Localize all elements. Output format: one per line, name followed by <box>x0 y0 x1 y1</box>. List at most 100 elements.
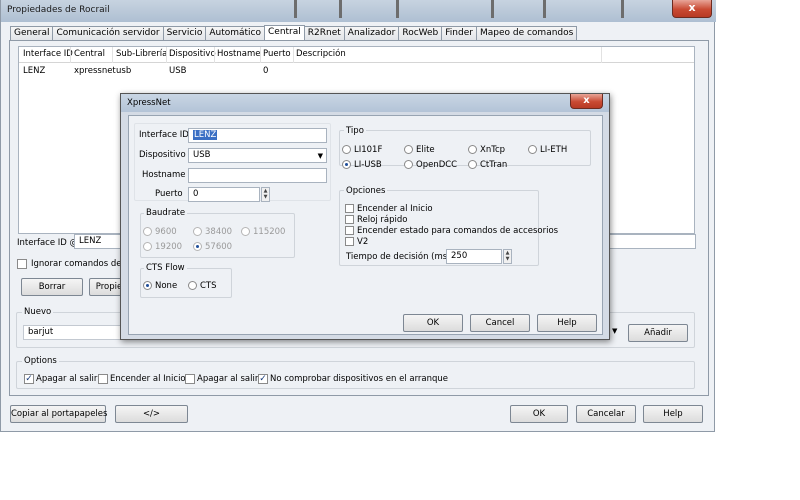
dialog-cancel-button[interactable]: Cancel <box>470 314 530 332</box>
column-header-dispositivo[interactable]: Dispositivo <box>169 49 216 59</box>
column-header-interface-id[interactable]: Interface ID <box>23 49 73 59</box>
type-opendcc-radio[interactable] <box>404 160 413 169</box>
type-xntcp-label: XnTcp <box>480 145 506 155</box>
opt-v2-checkbox[interactable] <box>345 237 354 246</box>
tab-finder[interactable]: Finder <box>441 26 477 41</box>
help-button[interactable]: Help <box>643 405 703 423</box>
opt-reloj-rapido-checkbox[interactable] <box>345 215 354 224</box>
cancel-button[interactable]: Cancelar <box>576 405 636 423</box>
encender-al-inicio-checkbox[interactable] <box>98 374 108 384</box>
apagar-al-salir-2-checkbox[interactable] <box>185 374 195 384</box>
options-group-title: Options <box>22 356 59 366</box>
dialog-body: Interface ID LENZ Dispositivo USB ▼ Hostn… <box>128 115 603 335</box>
code-button[interactable]: </> <box>115 405 188 423</box>
spin-down-icon: ▼ <box>505 256 510 262</box>
encender-al-inicio-label: Encender al Inicio <box>110 374 186 384</box>
tipo-title: Tipo <box>344 126 366 136</box>
interface-id-label: Interface ID <box>139 130 189 140</box>
cts-none-radio[interactable] <box>143 281 152 290</box>
window-titlebar[interactable]: Propiedades de Rocrail x <box>1 0 716 22</box>
dialog-title: XpressNet <box>127 98 171 108</box>
tab-r2rnet[interactable]: R2Rnet <box>303 26 345 41</box>
type-elite-label: Elite <box>416 145 435 155</box>
column-header-puerto[interactable]: Puerto <box>263 49 291 59</box>
nuevo-group-title: Nuevo <box>22 307 54 317</box>
ok-button[interactable]: OK <box>510 405 568 423</box>
cell-puerto: 0 <box>263 66 269 76</box>
add-button[interactable]: Añadir <box>628 324 688 342</box>
type-li101f-radio[interactable] <box>342 145 351 154</box>
tab-general[interactable]: General <box>10 26 54 41</box>
opt-v2-label: V2 <box>357 237 369 247</box>
device-label: Dispositivo <box>139 150 186 160</box>
baud-9600-label: 9600 <box>155 227 177 237</box>
delete-button[interactable]: Borrar <box>21 278 83 296</box>
no-comprobar-dispositivos-checkbox[interactable]: ✓ <box>258 374 268 384</box>
port-field[interactable]: 0 <box>188 187 260 202</box>
port-spinner[interactable]: ▲ ▼ <box>261 187 270 202</box>
baud-19200-radio[interactable] <box>143 242 152 251</box>
type-cttran-radio[interactable] <box>468 160 477 169</box>
type-li-usb-label: LI-USB <box>354 160 382 170</box>
window-close-button[interactable]: x <box>672 0 712 18</box>
type-elite-radio[interactable] <box>404 145 413 154</box>
window-title: Propiedades de Rocrail <box>7 5 110 15</box>
baud-57600-radio[interactable] <box>193 242 202 251</box>
hostname-field[interactable] <box>188 168 327 183</box>
cts-cts-radio[interactable] <box>188 281 197 290</box>
interface-id-at-label: Interface ID @ <box>17 238 79 248</box>
opt-encender-inicio-checkbox[interactable] <box>345 204 354 213</box>
cell-interface-id: LENZ <box>23 66 46 76</box>
baud-57600-label: 57600 <box>205 242 233 252</box>
baud-19200-label: 19200 <box>155 242 183 252</box>
dialog-interface-id-field[interactable]: LENZ <box>188 128 327 143</box>
nuevo-dropdown-arrow-icon[interactable]: ▼ <box>612 327 617 335</box>
decision-time-field[interactable]: 250 <box>446 249 502 264</box>
type-li-eth-label: LI-ETH <box>540 145 568 155</box>
tab-comunicacion-servidor[interactable]: Comunicación servidor <box>52 26 164 41</box>
device-select[interactable]: USB ▼ <box>188 148 327 163</box>
apagar-al-salir-checkbox[interactable]: ✓ <box>24 374 34 384</box>
baud-115200-radio[interactable] <box>241 227 250 236</box>
column-header-sub-libreria[interactable]: Sub-Librería <box>116 49 167 59</box>
tab-automatico[interactable]: Automático <box>205 26 265 41</box>
column-header-central[interactable]: Central <box>74 49 105 59</box>
baud-9600-radio[interactable] <box>143 227 152 236</box>
type-opendcc-label: OpenDCC <box>416 160 458 170</box>
copy-to-clipboard-button[interactable]: Copiar al portapapeles <box>10 405 107 423</box>
opt-encender-inicio-label: Encender al Inicio <box>357 204 433 214</box>
baudrate-title: Baudrate <box>144 208 188 218</box>
spin-down-icon: ▼ <box>263 194 268 200</box>
dialog-titlebar[interactable]: XpressNet x <box>121 94 609 112</box>
tab-rocweb[interactable]: RocWeb <box>398 26 443 41</box>
table-row[interactable]: LENZ xpressnet usb USB 0 <box>19 64 694 78</box>
opt-reloj-rapido-label: Reloj rápido <box>357 215 408 225</box>
cts-flow-title: CTS Flow <box>144 263 187 273</box>
dialog-ok-button[interactable]: OK <box>403 314 463 332</box>
type-li101f-label: LI101F <box>354 145 383 155</box>
type-li-eth-radio[interactable] <box>528 145 537 154</box>
tab-analizador[interactable]: Analizador <box>343 26 400 41</box>
ignore-commands-checkbox[interactable] <box>17 259 27 269</box>
type-xntcp-radio[interactable] <box>468 145 477 154</box>
dialog-close-button[interactable]: x <box>570 94 603 109</box>
nuevo-select[interactable]: barjut <box>23 325 125 340</box>
dialog-help-button[interactable]: Help <box>537 314 597 332</box>
port-label: Puerto <box>155 189 183 199</box>
cell-sub-libreria: usb <box>116 66 132 76</box>
no-comprobar-dispositivos-label: No comprobar dispositivos en el arranque <box>270 374 449 384</box>
type-li-usb-radio[interactable] <box>342 160 351 169</box>
column-header-hostname[interactable]: Hostname <box>217 49 260 59</box>
apagar-al-salir-label: Apagar al salir <box>36 374 98 384</box>
cell-central: xpressnet <box>74 66 116 76</box>
interface-id-value: LENZ <box>193 130 218 140</box>
tab-mapeo-de-comandos[interactable]: Mapeo de comandos <box>475 26 578 41</box>
apagar-al-salir-2-label: Apagar al salir <box>197 374 259 384</box>
baud-38400-label: 38400 <box>205 227 233 237</box>
tab-bar: General Comunicación servidor Servicio Auto… <box>10 25 578 42</box>
baud-38400-radio[interactable] <box>193 227 202 236</box>
opt-estado-accesorios-checkbox[interactable] <box>345 226 354 235</box>
column-header-descripcion[interactable]: Descripción <box>296 49 346 59</box>
decision-time-spinner[interactable]: ▲ ▼ <box>503 249 512 264</box>
tab-servicio[interactable]: Servicio <box>162 26 207 41</box>
